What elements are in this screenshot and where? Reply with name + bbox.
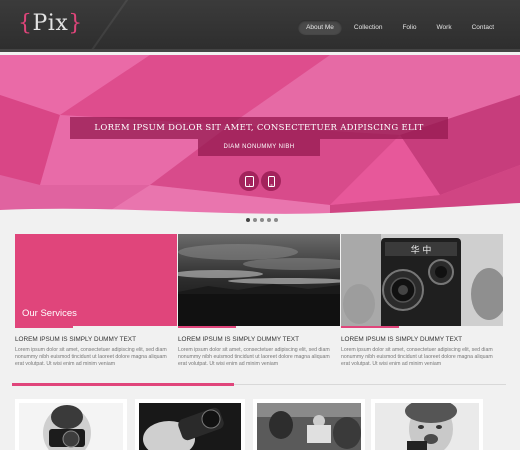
nav-item-work[interactable]: Work bbox=[429, 20, 460, 35]
site-logo[interactable]: {Pix} bbox=[18, 11, 83, 36]
hero-slider: LOREM IPSUM DOLOR SIT AMET, CONSECTETUER… bbox=[0, 55, 520, 217]
card-2-accent bbox=[178, 326, 236, 328]
tablet-icon bbox=[244, 175, 254, 187]
nav-item-collection[interactable]: Collection bbox=[346, 20, 391, 35]
section-divider-accent bbox=[12, 383, 234, 386]
logo-text: Pix bbox=[32, 11, 69, 36]
logo-open-brace: { bbox=[18, 11, 33, 36]
slider-dot-2[interactable] bbox=[253, 218, 257, 222]
card-3-image[interactable]: 华 中 bbox=[341, 234, 503, 326]
card-2-title[interactable]: LOREM IPSUM IS SIMPLY DUMMY TEXT bbox=[178, 336, 299, 343]
slider-dot-4[interactable] bbox=[267, 218, 271, 222]
gallery-thumb-3[interactable] bbox=[253, 399, 365, 450]
slider-dot-3[interactable] bbox=[260, 218, 264, 222]
camera-photo: 华 中 bbox=[341, 234, 503, 326]
camera-brand-label: 华 中 bbox=[411, 244, 432, 256]
card-3-accent bbox=[341, 326, 399, 328]
card-2-image[interactable] bbox=[178, 234, 340, 326]
card-3-text: Lorem ipsum dolor sit amet, consectetuer… bbox=[341, 347, 493, 367]
site-header: {Pix} About Me Collection Folio Work Con… bbox=[0, 0, 520, 52]
gallery-thumb-1[interactable] bbox=[15, 399, 127, 450]
card-1-title[interactable]: LOREM IPSUM IS SIMPLY DUMMY TEXT bbox=[15, 336, 136, 343]
nav-item-contact[interactable]: Contact bbox=[464, 20, 502, 35]
services-label: Our Services bbox=[22, 308, 77, 319]
hero-phone-button[interactable] bbox=[261, 171, 281, 191]
card-3-title[interactable]: LOREM IPSUM IS SIMPLY DUMMY TEXT bbox=[341, 336, 462, 343]
slider-dot-1[interactable] bbox=[246, 218, 250, 222]
nav-item-folio[interactable]: Folio bbox=[394, 20, 424, 35]
gallery-thumb-2[interactable] bbox=[135, 399, 245, 450]
card-1-text: Lorem ipsum dolor sit amet, consectetuer… bbox=[15, 347, 167, 367]
slider-dot-5[interactable] bbox=[274, 218, 278, 222]
logo-close-brace: } bbox=[68, 11, 83, 36]
hero-subtitle: DIAM NONUMMY NIBH bbox=[198, 139, 320, 156]
card-2-text: Lorem ipsum dolor sit amet, consectetuer… bbox=[178, 347, 330, 367]
nav-item-about-me[interactable]: About Me bbox=[298, 20, 342, 35]
slider-dots bbox=[246, 218, 278, 222]
main-nav: About Me Collection Folio Work Contact bbox=[298, 20, 502, 35]
phone-icon bbox=[267, 175, 275, 187]
hero-tablet-button[interactable] bbox=[239, 171, 259, 191]
sky-photo bbox=[178, 234, 340, 326]
photographer-photo-1 bbox=[19, 403, 123, 450]
photographer-photo-3 bbox=[257, 403, 361, 450]
gallery-thumb-4[interactable] bbox=[371, 399, 483, 450]
photographer-photo-2 bbox=[139, 403, 241, 450]
card-1-accent bbox=[15, 326, 73, 328]
photographer-photo-4 bbox=[375, 403, 479, 450]
hero-title: LOREM IPSUM DOLOR SIT AMET, CONSECTETUER… bbox=[70, 117, 448, 139]
